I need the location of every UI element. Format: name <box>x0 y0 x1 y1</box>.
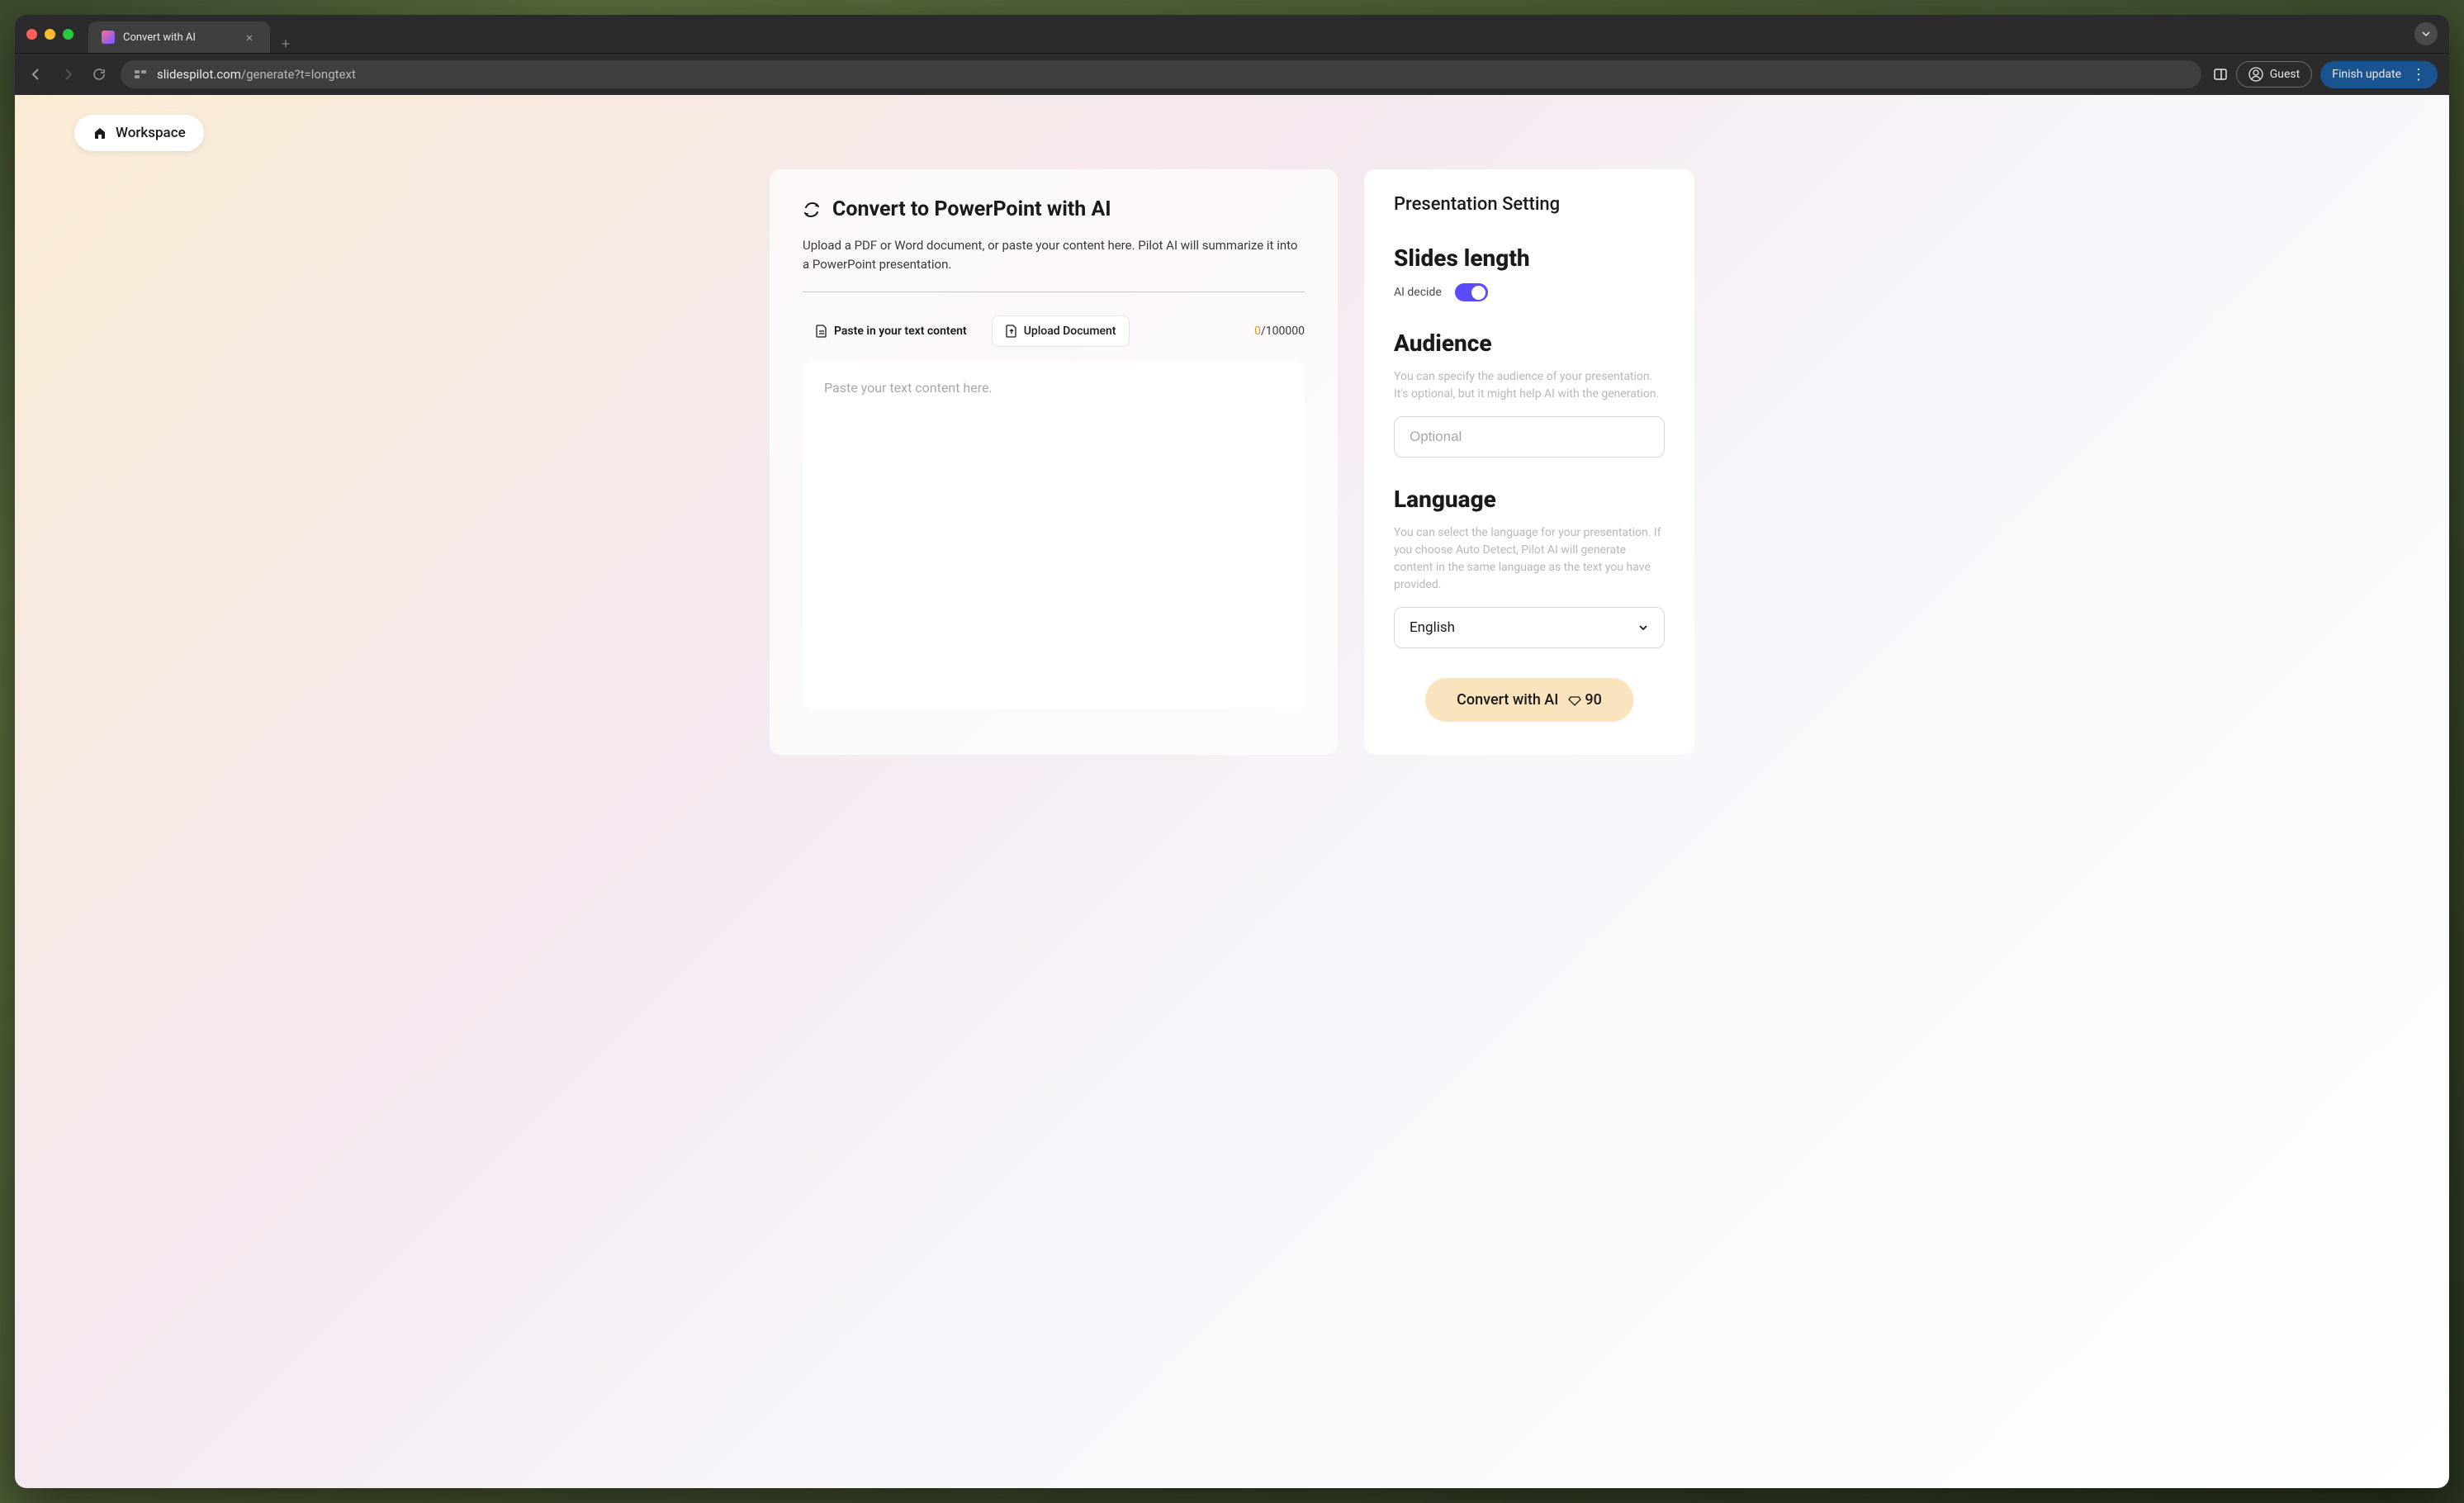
character-count: 0/100000 <box>1254 325 1305 338</box>
convert-icon <box>803 201 821 219</box>
side-panel-button[interactable] <box>2213 67 2228 82</box>
maximize-window-button[interactable] <box>63 29 73 40</box>
convert-button[interactable]: Convert with AI 90 <box>1425 678 1633 722</box>
credits-display: 90 <box>1568 691 1601 709</box>
reload-icon <box>92 67 107 82</box>
upload-icon <box>1006 325 1017 338</box>
panel-icon <box>2213 67 2228 82</box>
workspace-button[interactable]: Workspace <box>74 115 204 151</box>
title-bar: Convert with AI × + <box>15 15 2449 53</box>
settings-title: Presentation Setting <box>1394 194 1665 215</box>
toggle-thumb <box>1471 286 1486 300</box>
audience-heading: Audience <box>1394 330 1665 357</box>
tab-title: Convert with AI <box>123 31 234 44</box>
home-icon <box>92 126 107 140</box>
browser-tab[interactable]: Convert with AI × <box>88 21 270 53</box>
close-tab-button[interactable]: × <box>242 30 257 45</box>
forward-button[interactable] <box>58 64 78 84</box>
profile-button[interactable]: Guest <box>2236 61 2312 88</box>
favicon-icon <box>102 31 115 44</box>
address-bar: slidespilot.com/generate?t=longtext Gues… <box>15 53 2449 95</box>
reload-button[interactable] <box>89 64 109 84</box>
tab-paste-text[interactable]: Paste in your text content <box>803 316 980 346</box>
ai-decide-toggle-row: AI decide <box>1394 283 1665 301</box>
site-settings-icon[interactable] <box>134 68 147 81</box>
language-heading: Language <box>1394 486 1665 513</box>
audience-section: Audience You can specify the audience of… <box>1394 330 1665 458</box>
textarea-placeholder: Paste your text content here. <box>824 380 1283 396</box>
url-text: slidespilot.com/generate?t=longtext <box>157 67 356 82</box>
page-content: Workspace Convert to PowerPoint with AI … <box>15 95 2449 1488</box>
finish-update-button[interactable]: Finish update ⋮ <box>2320 61 2438 88</box>
slides-length-heading: Slides length <box>1394 244 1665 272</box>
document-icon <box>816 325 827 338</box>
audience-description: You can specify the audience of your pre… <box>1394 368 1665 403</box>
url-input[interactable]: slidespilot.com/generate?t=longtext <box>121 60 2201 88</box>
arrow-left-icon <box>28 66 45 83</box>
user-icon <box>2248 67 2263 82</box>
ai-decide-label: AI decide <box>1394 286 1442 299</box>
guest-label: Guest <box>2270 68 2300 81</box>
tabs-dropdown-button[interactable] <box>2414 22 2438 45</box>
tab-upload-document[interactable]: Upload Document <box>992 315 1130 347</box>
ai-decide-toggle[interactable] <box>1455 283 1488 301</box>
audience-input[interactable] <box>1394 416 1665 458</box>
menu-dots-icon[interactable]: ⋮ <box>2411 66 2426 83</box>
tabs-area: Convert with AI × + <box>88 15 301 53</box>
language-select[interactable]: English <box>1394 607 1665 648</box>
back-button[interactable] <box>26 64 46 84</box>
page-description: Upload a PDF or Word document, or paste … <box>803 236 1305 273</box>
right-controls: Guest Finish update ⋮ <box>2213 61 2438 88</box>
language-section: Language You can select the language for… <box>1394 486 1665 648</box>
chevron-down-icon <box>1637 622 1649 633</box>
settings-panel: Presentation Setting Slides length AI de… <box>1364 169 1694 755</box>
diamond-icon <box>1568 694 1581 707</box>
language-description: You can select the language for your pre… <box>1394 524 1665 594</box>
browser-window: Convert with AI × + slidespilot.com/gene… <box>15 15 2449 1488</box>
page-title: Convert to PowerPoint with AI <box>832 197 1111 221</box>
new-tab-button[interactable]: + <box>270 36 301 53</box>
traffic-lights <box>26 29 73 40</box>
chevron-down-icon <box>2421 29 2431 39</box>
slides-length-section: Slides length AI decide <box>1394 244 1665 301</box>
content-wrapper: Convert to PowerPoint with AI Upload a P… <box>750 95 1714 755</box>
close-window-button[interactable] <box>26 29 37 40</box>
main-panel: Convert to PowerPoint with AI Upload a P… <box>770 169 1338 755</box>
minimize-window-button[interactable] <box>45 29 55 40</box>
content-textarea[interactable]: Paste your text content here. <box>803 362 1305 709</box>
arrow-right-icon <box>59 66 76 83</box>
panel-header: Convert to PowerPoint with AI <box>803 197 1305 221</box>
content-tabs: Paste in your text content Upload Docume… <box>803 315 1305 347</box>
